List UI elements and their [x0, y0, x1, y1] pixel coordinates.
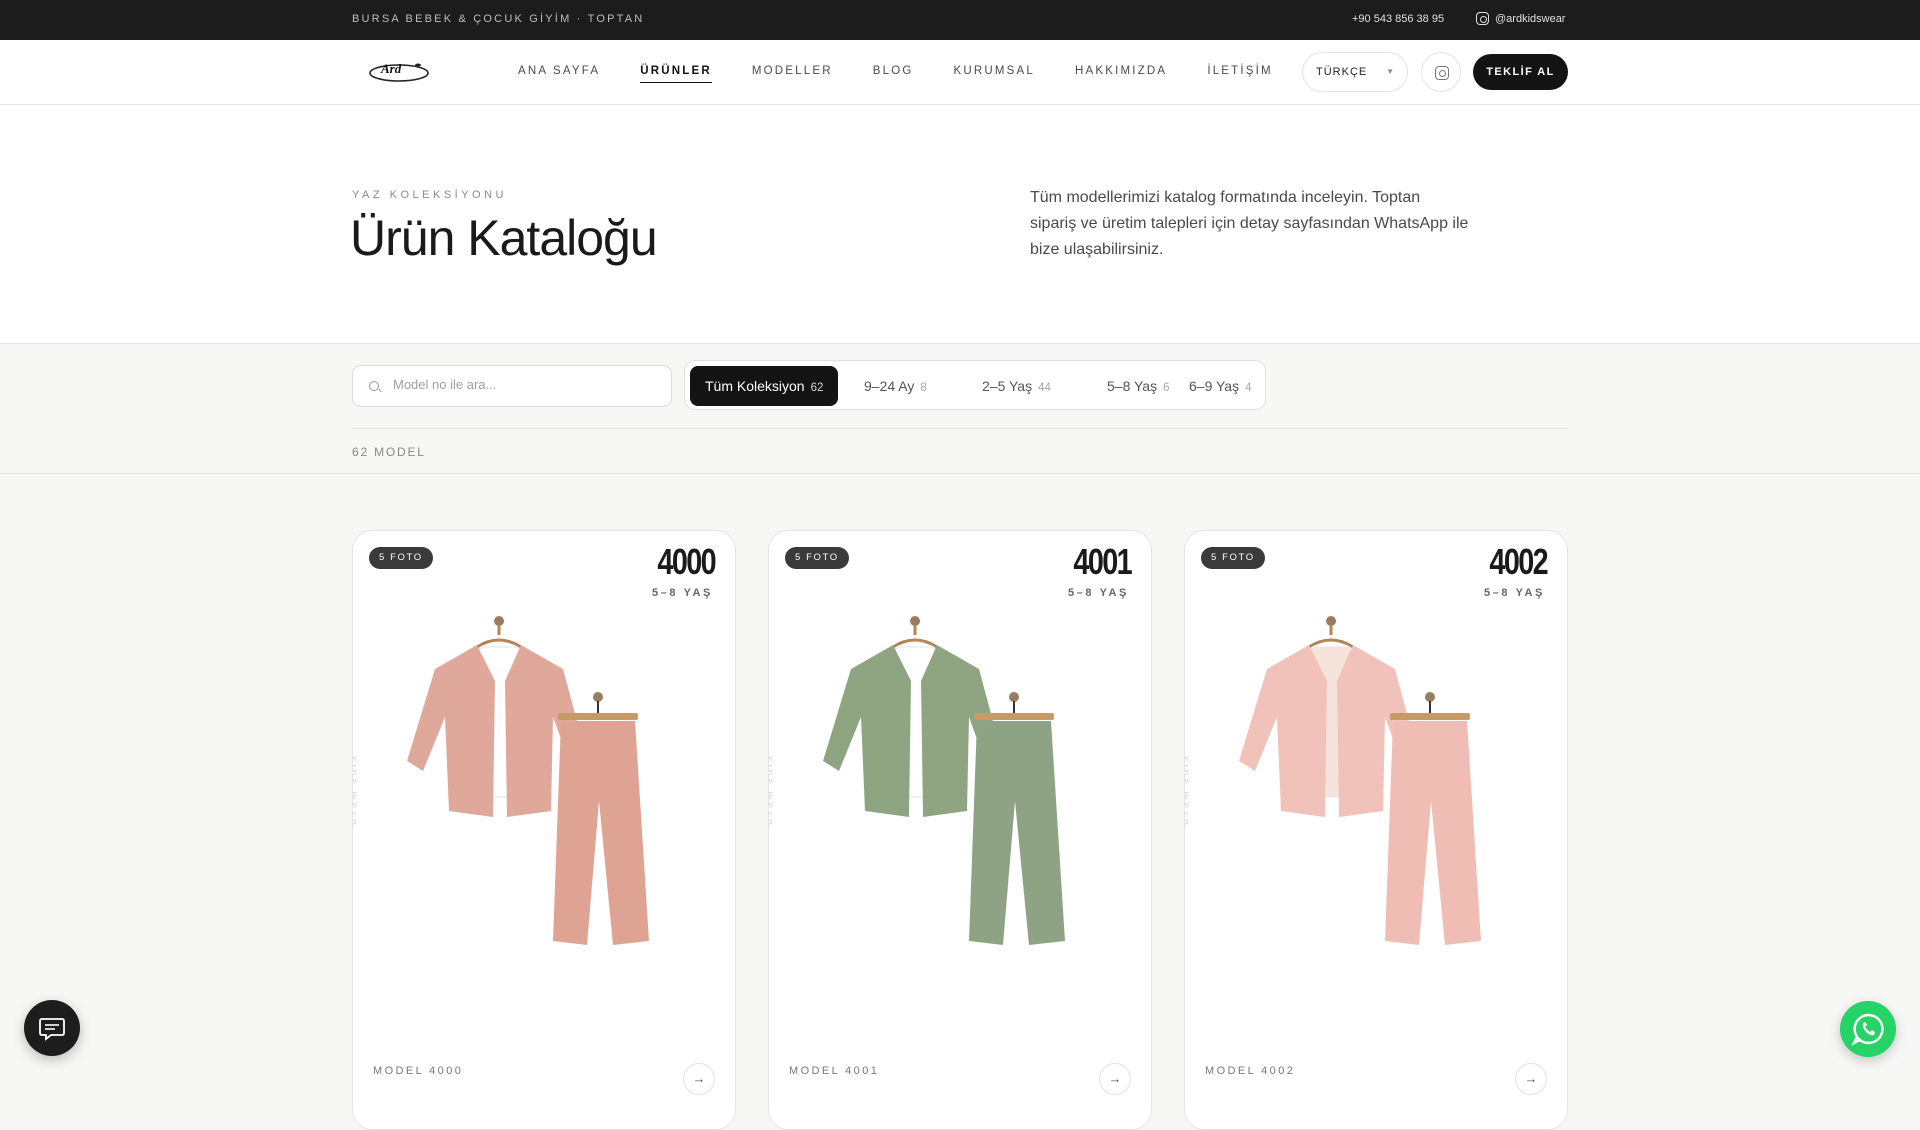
language-value: TÜRKÇE: [1316, 66, 1368, 78]
model-label: MODEL 4000: [373, 1065, 464, 1077]
product-image: [1239, 616, 1481, 945]
page-title: Ürün Kataloğu: [350, 210, 658, 266]
product-image: [823, 616, 1065, 945]
phone-link[interactable]: +90 543 856 38 95: [1352, 13, 1444, 25]
product-card-4001[interactable]: 5 FOTO 4001 5–8 YAŞ KIDS WEAR MODEL 4001…: [768, 530, 1152, 1130]
product-card-4000[interactable]: 5 FOTO 4000 5–8 YAŞ KIDS WEAR MODEL 4000…: [352, 530, 736, 1130]
arrow-right-icon[interactable]: →: [1099, 1063, 1131, 1095]
tagline: BURSA BEBEK & ÇOCUK GİYİM · TOPTAN: [352, 13, 645, 25]
divider: [352, 428, 1568, 429]
watermark: KIDS WEAR: [1184, 756, 1189, 828]
brand-logo[interactable]: Ard: [368, 58, 430, 86]
nav-item-urunler[interactable]: ÜRÜNLER: [640, 65, 712, 83]
age-range: 5–8 YAŞ: [1067, 587, 1129, 599]
chat-button[interactable]: [24, 1000, 80, 1056]
photo-count-badge: 5 FOTO: [785, 547, 849, 569]
hero-section: YAZ KOLEKSİYONU Ürün Kataloğu Tüm modell…: [0, 105, 1920, 344]
search-icon: [369, 381, 379, 391]
model-number: 4001: [1073, 541, 1132, 582]
tab-count: 62: [810, 382, 824, 394]
quote-button[interactable]: TEKLİF AL: [1473, 54, 1568, 90]
tab-count: 6: [1163, 382, 1170, 394]
nav-item-hakkimizda[interactable]: HAKKIMIZDA: [1075, 65, 1167, 83]
arrow-right-icon[interactable]: →: [683, 1063, 715, 1095]
watermark: KIDS WEAR: [352, 756, 357, 828]
age-range: 5–8 YAŞ: [651, 587, 713, 599]
nav-item-blog[interactable]: BLOG: [873, 65, 914, 83]
instagram-link[interactable]: @ardkidswear: [1476, 12, 1565, 25]
main-nav: Ard ANA SAYFA ÜRÜNLER MODELLER BLOG KURU…: [0, 40, 1920, 105]
result-count: 62 MODEL: [352, 445, 426, 459]
language-select[interactable]: TÜRKÇE ▼: [1302, 52, 1408, 92]
nav-item-ana-sayfa[interactable]: ANA SAYFA: [518, 65, 600, 83]
watermark: KIDS WEAR: [768, 756, 773, 828]
tab-all-collection[interactable]: Tüm Koleksiyon 62: [690, 366, 839, 406]
tab-label: 5–8 Yaş: [1107, 378, 1158, 394]
tab-count: 4: [1245, 382, 1252, 394]
hero-eyebrow: YAZ KOLEKSİYONU: [352, 189, 507, 201]
product-card-4002[interactable]: 5 FOTO 4002 5–8 YAŞ KIDS WEAR MODEL 4002…: [1184, 530, 1568, 1130]
whatsapp-button[interactable]: [1840, 1001, 1896, 1057]
tab-5-8-years[interactable]: 5–8 Yaş 6: [1092, 366, 1185, 406]
model-label: MODEL 4001: [789, 1065, 880, 1077]
model-number: 4000: [657, 541, 716, 582]
age-filter-tabs: Tüm Koleksiyon 62 9–24 Ay 8 2–5 Yaş 44 5–8 …: [684, 360, 1266, 410]
chevron-down-icon: ▼: [1386, 67, 1395, 76]
tab-6-9-years[interactable]: 6–9 Yaş 4: [1174, 366, 1267, 406]
filter-bar: Tüm Koleksiyon 62 9–24 Ay 8 2–5 Yaş 44 5–8 …: [0, 344, 1920, 474]
whatsapp-icon: [1851, 1013, 1884, 1046]
hero-description: Tüm modellerimizi katalog formatında inc…: [1030, 189, 1469, 258]
model-label: MODEL 4002: [1205, 1065, 1296, 1077]
instagram-button[interactable]: [1421, 52, 1461, 92]
tab-label: 9–24 Ay: [864, 378, 915, 394]
instagram-handle: @ardkidswear: [1495, 12, 1566, 25]
nav-item-iletisim[interactable]: İLETİŞİM: [1207, 65, 1273, 83]
nav-menu: ANA SAYFA ÜRÜNLER MODELLER BLOG KURUMSAL…: [518, 65, 1313, 83]
tab-2-5-years[interactable]: 2–5 Yaş 44: [967, 366, 1066, 406]
tab-label: Tüm Koleksiyon: [705, 378, 805, 394]
instagram-icon: [1476, 12, 1489, 25]
nav-item-modeller[interactable]: MODELLER: [752, 65, 833, 83]
tab-label: 6–9 Yaş: [1189, 378, 1240, 394]
age-range: 5–8 YAŞ: [1483, 587, 1545, 599]
search-box[interactable]: [352, 365, 672, 407]
tab-label: 2–5 Yaş: [982, 378, 1033, 394]
photo-count-badge: 5 FOTO: [1201, 547, 1265, 569]
brand-logo-text: Ard: [380, 61, 402, 76]
product-image: [407, 616, 649, 945]
tab-9-24-months[interactable]: 9–24 Ay 8: [849, 366, 942, 406]
chat-bubble-icon: [39, 1018, 65, 1041]
instagram-icon: [1435, 66, 1449, 80]
tab-count: 44: [1038, 382, 1051, 394]
tab-count: 8: [920, 382, 927, 394]
search-input[interactable]: [393, 377, 653, 392]
nav-item-kurumsal[interactable]: KURUMSAL: [954, 65, 1036, 83]
arrow-right-icon[interactable]: →: [1515, 1063, 1547, 1095]
photo-count-badge: 5 FOTO: [369, 547, 433, 569]
model-number: 4002: [1489, 541, 1548, 582]
top-bar: BURSA BEBEK & ÇOCUK GİYİM · TOPTAN +90 5…: [0, 0, 1920, 40]
